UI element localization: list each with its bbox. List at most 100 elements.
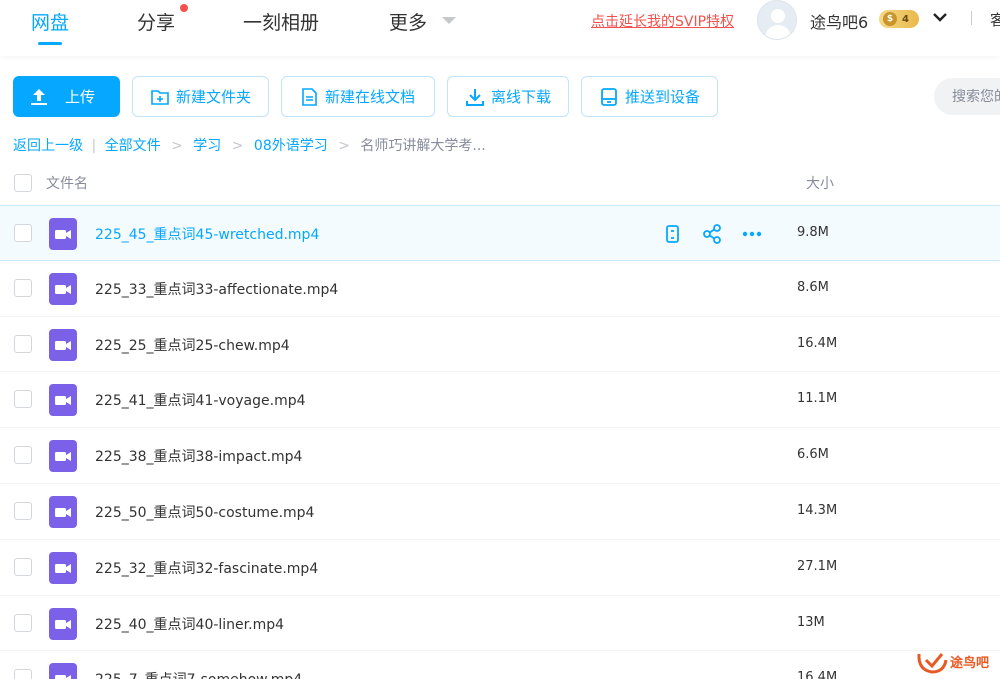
new-online-doc-label: 新建在线文档 (325, 88, 416, 106)
file-name[interactable]: 225_38_重点词38-impact.mp4 (95, 446, 302, 466)
file-row[interactable]: 225_45_重点词45-wretched.mp4 9.8M (0, 205, 1000, 261)
username[interactable]: 途鸟吧6 (810, 9, 868, 33)
select-all-checkbox[interactable] (14, 174, 32, 192)
file-name[interactable]: 225_32_重点词32-fascinate.mp4 (95, 558, 318, 578)
file-row[interactable]: 225_25_重点词25-chew.mp4 16.4M (0, 317, 1000, 373)
folder-plus-icon (150, 87, 170, 107)
row-checkbox[interactable] (14, 224, 32, 242)
file-row[interactable]: 225_33_重点词33-affectionate.mp4 8.6M (0, 261, 1000, 317)
tab-share[interactable]: 分享 (137, 8, 175, 35)
nav-client-link[interactable]: 客 (990, 9, 1000, 30)
share-icon[interactable] (700, 222, 724, 246)
vip-level-badge: $ 4 (879, 10, 919, 28)
file-name[interactable]: 225_41_重点词41-voyage.mp4 (95, 390, 306, 410)
row-checkbox[interactable] (14, 334, 32, 353)
new-folder-label: 新建文件夹 (176, 88, 252, 106)
watermark-text: 途鸟吧 (950, 656, 990, 671)
more-caret-icon[interactable] (442, 17, 456, 24)
file-size: 16.4M (797, 335, 838, 351)
video-file-icon (49, 328, 77, 361)
file-name[interactable]: 225_50_重点词50-costume.mp4 (95, 502, 314, 522)
file-name[interactable]: 225_33_重点词33-affectionate.mp4 (95, 279, 338, 299)
watermark: 途鸟吧 (916, 648, 996, 676)
tab-album[interactable]: 一刻相册 (243, 8, 319, 35)
offline-download-label: 离线下载 (491, 88, 552, 106)
vip-level: 4 (902, 13, 909, 25)
row-checkbox[interactable] (14, 278, 32, 297)
column-size-header[interactable]: 大小 (806, 173, 834, 193)
breadcrumb: 返回上一级 | 全部文件 > 学习 > 08外语学习 > 名师巧讲解大学考... (13, 135, 486, 155)
device-icon (599, 87, 619, 107)
file-size: 13M (797, 614, 825, 630)
top-nav: 网盘 分享 一刻相册 更多 点击延长我的SVIP特权 途鸟吧6 $ 4 客 (0, 0, 1000, 56)
video-file-icon (49, 495, 77, 528)
chevron-down-icon[interactable] (932, 9, 948, 25)
file-size: 11.1M (797, 391, 838, 407)
upload-button[interactable]: 上传 (13, 76, 120, 117)
row-actions (660, 222, 780, 246)
video-file-icon (49, 272, 77, 305)
active-tab-indicator (38, 42, 62, 45)
breadcrumb-current: 名师巧讲解大学考... (360, 138, 486, 154)
breadcrumb-back[interactable]: 返回上一级 (13, 138, 83, 154)
file-row[interactable]: 225_40_重点词40-liner.mp4 13M (0, 596, 1000, 652)
search-input[interactable]: 搜索您的 (934, 78, 1000, 115)
breadcrumb-study[interactable]: 学习 (193, 138, 221, 154)
breadcrumb-separator: > (231, 138, 244, 154)
file-row[interactable]: 225_50_重点词50-costume.mp4 14.3M (0, 484, 1000, 540)
video-file-icon (49, 607, 77, 640)
file-table-header: 文件名 大小 (0, 160, 1000, 205)
video-file-icon (49, 384, 77, 417)
more-options-icon[interactable] (740, 222, 764, 246)
breadcrumb-separator: > (171, 138, 183, 154)
svip-renew-link[interactable]: 点击延长我的SVIP特权 (591, 11, 734, 31)
file-name[interactable]: 225_40_重点词40-liner.mp4 (95, 614, 284, 634)
avatar[interactable] (757, 0, 797, 40)
row-checkbox[interactable] (14, 669, 32, 679)
breadcrumb-separator: > (338, 138, 350, 154)
file-size: 9.8M (797, 225, 829, 240)
nav-divider (971, 11, 972, 25)
breadcrumb-all-files[interactable]: 全部文件 (105, 138, 161, 154)
file-name[interactable]: 225_45_重点词45-wretched.mp4 (95, 224, 319, 244)
row-checkbox[interactable] (14, 557, 32, 576)
document-icon (299, 87, 319, 107)
video-file-icon (49, 440, 77, 473)
send-to-phone-icon[interactable] (660, 222, 684, 246)
video-file-icon (49, 551, 77, 584)
file-row[interactable]: 225_38_重点词38-impact.mp4 6.6M (0, 428, 1000, 484)
push-to-device-label: 推送到设备 (625, 88, 701, 106)
video-file-icon (49, 218, 77, 250)
file-name[interactable]: 225_7_重点词7-somehow.mp4 (95, 669, 302, 679)
column-name-header[interactable]: 文件名 (46, 173, 88, 193)
row-checkbox[interactable] (14, 390, 32, 409)
file-row[interactable]: 225_7_重点词7-somehow.mp4 16.4M (0, 651, 1000, 679)
file-size: 27.1M (797, 558, 838, 574)
offline-download-button[interactable]: 离线下载 (447, 76, 569, 117)
file-name[interactable]: 225_25_重点词25-chew.mp4 (95, 335, 290, 355)
row-checkbox[interactable] (14, 501, 32, 520)
file-row[interactable]: 225_32_重点词32-fascinate.mp4 27.1M (0, 540, 1000, 596)
file-size: 8.6M (797, 279, 829, 295)
breadcrumb-language[interactable]: 08外语学习 (254, 138, 328, 154)
file-list: 225_45_重点词45-wretched.mp4 9.8M 225_33_重点… (0, 205, 1000, 679)
upload-icon (29, 87, 49, 107)
row-checkbox[interactable] (14, 613, 32, 632)
coin-icon: $ (883, 12, 897, 26)
new-folder-button[interactable]: 新建文件夹 (132, 76, 269, 117)
upload-label: 上传 (65, 88, 96, 106)
file-size: 16.4M (797, 670, 838, 679)
push-to-device-button[interactable]: 推送到设备 (581, 76, 718, 117)
watermark-logo-icon (917, 653, 948, 674)
file-row[interactable]: 225_41_重点词41-voyage.mp4 11.1M (0, 372, 1000, 429)
download-icon (465, 87, 485, 107)
row-checkbox[interactable] (14, 446, 32, 465)
breadcrumb-divider: | (91, 138, 97, 154)
file-size: 6.6M (797, 447, 829, 463)
video-file-icon (49, 663, 77, 679)
tab-netdisk[interactable]: 网盘 (31, 8, 69, 35)
file-size: 14.3M (797, 502, 838, 518)
new-online-doc-button[interactable]: 新建在线文档 (281, 76, 435, 117)
notification-dot (180, 4, 188, 12)
tab-more[interactable]: 更多 (389, 8, 427, 35)
